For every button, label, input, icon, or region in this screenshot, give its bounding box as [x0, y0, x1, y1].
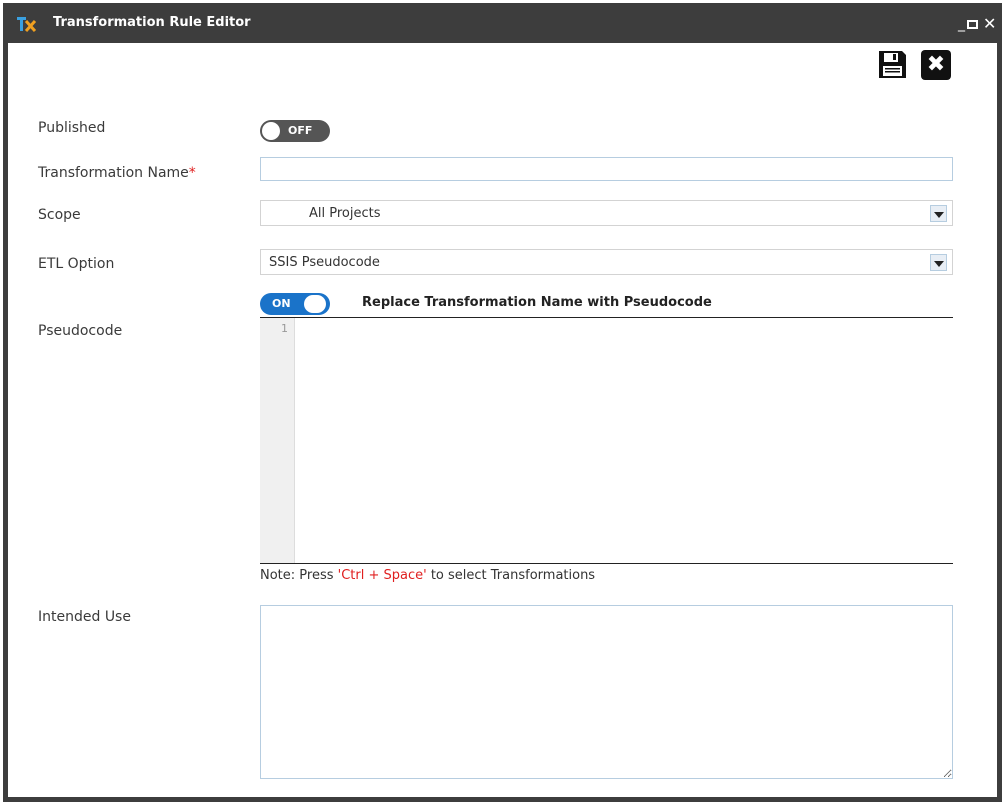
transformation-name-input[interactable]: [260, 157, 953, 181]
pseudocode-editor[interactable]: [296, 318, 953, 563]
line-number: 1: [281, 322, 288, 335]
minimize-button[interactable]: _: [958, 17, 965, 31]
chevron-down-icon[interactable]: [930, 254, 947, 271]
note-suffix: to select Transformations: [426, 568, 596, 583]
intended-use-label: Intended Use: [38, 609, 131, 625]
transformation-app-icon: [17, 17, 36, 33]
etl-option-selected-value: SSIS Pseudocode: [269, 255, 380, 270]
toggle-state-text: ON: [272, 297, 291, 310]
published-label: Published: [38, 120, 106, 136]
note-shortcut: 'Ctrl + Space': [337, 568, 427, 583]
shortcut-note: Note: Press 'Ctrl + Space' to select Tra…: [260, 568, 595, 583]
transformation-name-label: Transformation Name*: [38, 165, 196, 181]
save-icon[interactable]: [877, 49, 908, 80]
scope-select[interactable]: All Projects: [260, 200, 953, 226]
toggle-knob: [262, 122, 280, 140]
toggle-knob: [304, 295, 326, 313]
required-asterisk: *: [188, 165, 196, 181]
scope-selected-value: All Projects: [309, 206, 381, 221]
window-title: Transformation Rule Editor: [53, 15, 251, 30]
scope-label: Scope: [38, 207, 81, 223]
pseudocode-label: Pseudocode: [38, 323, 123, 339]
editor-bottom-border: [260, 563, 953, 564]
etl-option-label: ETL Option: [38, 256, 115, 272]
published-toggle[interactable]: OFF: [260, 120, 330, 142]
maximize-button[interactable]: [967, 20, 978, 29]
note-prefix: Note: Press: [260, 568, 338, 583]
etl-option-select[interactable]: SSIS Pseudocode: [260, 249, 953, 275]
transformation-name-label-text: Transformation Name: [38, 165, 189, 181]
replace-name-label: Replace Transformation Name with Pseudoc…: [362, 295, 712, 310]
editor-gutter: 1: [260, 318, 295, 563]
window-close-button[interactable]: ✕: [983, 14, 996, 33]
title-bar: Transformation Rule Editor _ ✕: [3, 3, 1002, 43]
close-editor-button[interactable]: ✖: [921, 50, 951, 80]
chevron-down-icon[interactable]: [930, 205, 947, 222]
intended-use-textarea[interactable]: [260, 605, 953, 779]
replace-name-toggle[interactable]: ON: [260, 293, 330, 315]
toggle-state-text: OFF: [288, 124, 313, 137]
transformation-rule-editor-window: Transformation Rule Editor _ ✕ ✖ Publish…: [3, 3, 1002, 802]
